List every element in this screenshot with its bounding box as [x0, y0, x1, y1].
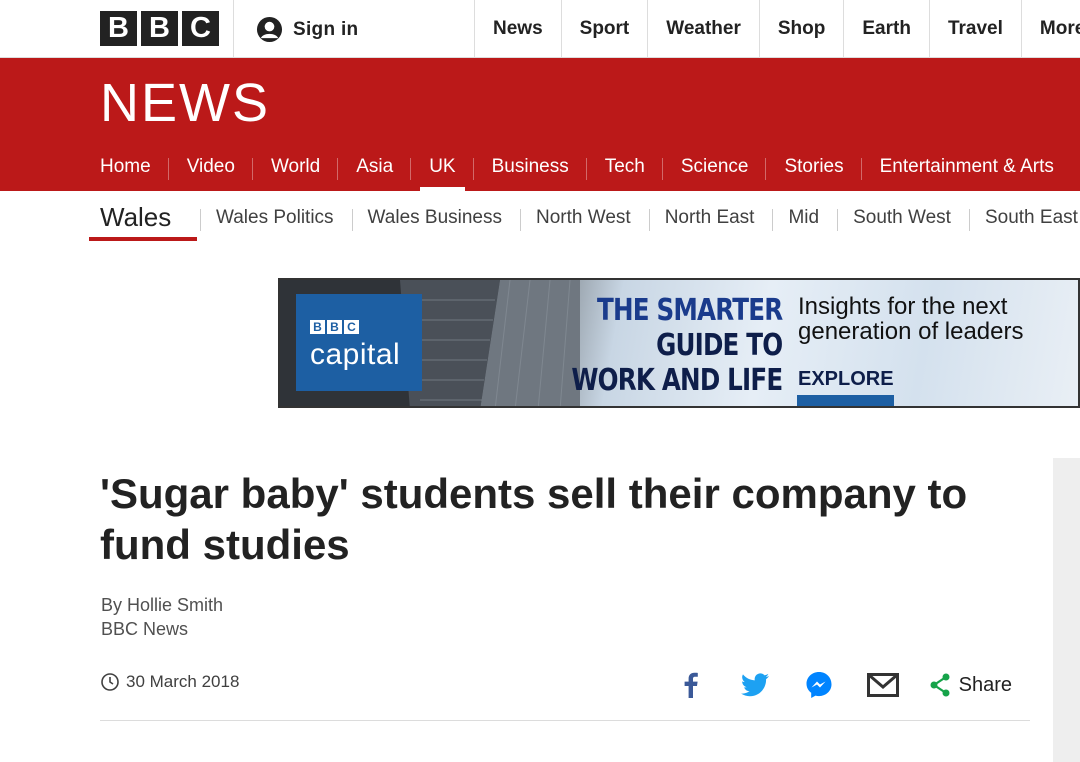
global-nav-weather[interactable]: Weather: [647, 0, 759, 58]
bbc-logo[interactable]: B B C: [100, 11, 219, 46]
share-icon: [930, 673, 950, 697]
news-title[interactable]: NEWS: [100, 72, 270, 134]
news-nav-home[interactable]: Home: [100, 146, 169, 191]
ad-headline-line: WORK AND LIFE: [570, 363, 783, 398]
global-nav-earth[interactable]: Earth: [843, 0, 929, 58]
news-header: NEWS Home Video World Asia UK Business T…: [0, 58, 1080, 191]
news-nav: Home Video World Asia UK Business Tech S…: [100, 146, 1080, 191]
bbc-logo-letter: B: [100, 11, 137, 46]
wales-subnav: Wales Wales Politics Wales Business Nort…: [0, 191, 1080, 247]
bbc-mini-logo: B B C: [310, 320, 359, 334]
subnav-mid[interactable]: Mid: [772, 207, 837, 231]
bbc-mini-letter: C: [344, 320, 359, 334]
divider-rule: [100, 720, 1030, 721]
subnav-south-west[interactable]: South West: [837, 207, 969, 231]
email-icon[interactable]: [866, 670, 899, 700]
ad-headline: THE SMARTER GUIDE TO WORK AND LIFE: [570, 293, 783, 398]
ad-headline-line: GUIDE TO: [655, 328, 783, 363]
ad-tagline-line: generation of leaders: [798, 318, 1024, 345]
ad-explore-bar: [797, 395, 894, 406]
global-nav-shop[interactable]: Shop: [758, 0, 844, 58]
ad-headline-line: THE SMARTER: [596, 293, 783, 328]
news-nav-business[interactable]: Business: [492, 146, 587, 191]
capital-wordmark: capital: [310, 338, 401, 371]
active-underline: [89, 237, 197, 241]
byline: By Hollie Smith BBC News: [101, 593, 223, 641]
subnav-north-east[interactable]: North East: [648, 207, 773, 231]
sign-in-link[interactable]: Sign in: [256, 16, 358, 43]
global-nav-travel[interactable]: Travel: [928, 0, 1021, 58]
bbc-mini-letter: B: [327, 320, 342, 334]
messenger-icon[interactable]: [803, 670, 835, 700]
subnav-current-wales[interactable]: Wales: [100, 202, 171, 233]
share-label: Share: [958, 673, 1012, 696]
publish-date-text: 30 March 2018: [126, 672, 240, 691]
subnav-south-east[interactable]: South East: [968, 207, 1080, 231]
divider: [233, 0, 234, 58]
twitter-icon[interactable]: [739, 670, 771, 700]
news-nav-asia[interactable]: Asia: [356, 146, 412, 191]
bbc-capital-logo: B B C capital: [296, 294, 422, 391]
ad-tagline: Insights for the next generation of lead…: [798, 294, 1024, 344]
news-nav-stories[interactable]: Stories: [784, 146, 862, 191]
facebook-icon[interactable]: [675, 670, 707, 700]
bbc-capital-banner-ad[interactable]: B B C capital THE SMARTER GUIDE TO WORK …: [278, 278, 1080, 408]
news-nav-science[interactable]: Science: [681, 146, 767, 191]
bbc-logo-letter: B: [141, 11, 178, 46]
bbc-logo-letter: C: [182, 11, 219, 46]
news-nav-entertainment-arts[interactable]: Entertainment & Arts: [880, 146, 1072, 191]
article-meta: 30 March 2018 Share: [100, 670, 1030, 700]
subnav-wales-politics[interactable]: Wales Politics: [200, 207, 352, 231]
subnav-links: Wales Politics Wales Business North West…: [200, 207, 1080, 231]
global-nav-more[interactable]: More: [1020, 0, 1080, 58]
article-headline: 'Sugar baby' students sell their company…: [100, 470, 968, 568]
news-nav-world[interactable]: World: [271, 146, 339, 191]
sign-in-label: Sign in: [293, 18, 359, 40]
global-nav-sport[interactable]: Sport: [560, 0, 648, 58]
publish-date: 30 March 2018: [100, 672, 239, 692]
clock-icon: [101, 673, 119, 691]
ad-explore-button[interactable]: EXPLORE: [798, 368, 894, 391]
share-tools: Share: [643, 670, 1012, 700]
news-nav-video[interactable]: Video: [187, 146, 254, 191]
news-nav-uk[interactable]: UK: [420, 146, 475, 191]
subnav-north-west[interactable]: North West: [520, 207, 649, 231]
global-nav-news[interactable]: News: [474, 0, 561, 58]
publication-name: BBC News: [101, 619, 189, 639]
global-nav: News Sport Weather Shop Earth Travel Mor…: [474, 0, 1080, 58]
ad-tagline-line: Insights for the next: [798, 293, 1008, 320]
bbc-top-bar: B B C Sign in News Sport Weather Shop Ea…: [0, 0, 1080, 58]
author-name: By Hollie Smith: [101, 595, 224, 615]
share-button[interactable]: Share: [929, 673, 1012, 697]
news-nav-tech[interactable]: Tech: [605, 146, 664, 191]
bbc-mini-letter: B: [310, 320, 325, 334]
user-icon: [256, 16, 283, 43]
right-column-edge: [1053, 458, 1080, 762]
subnav-wales-business[interactable]: Wales Business: [351, 207, 520, 231]
